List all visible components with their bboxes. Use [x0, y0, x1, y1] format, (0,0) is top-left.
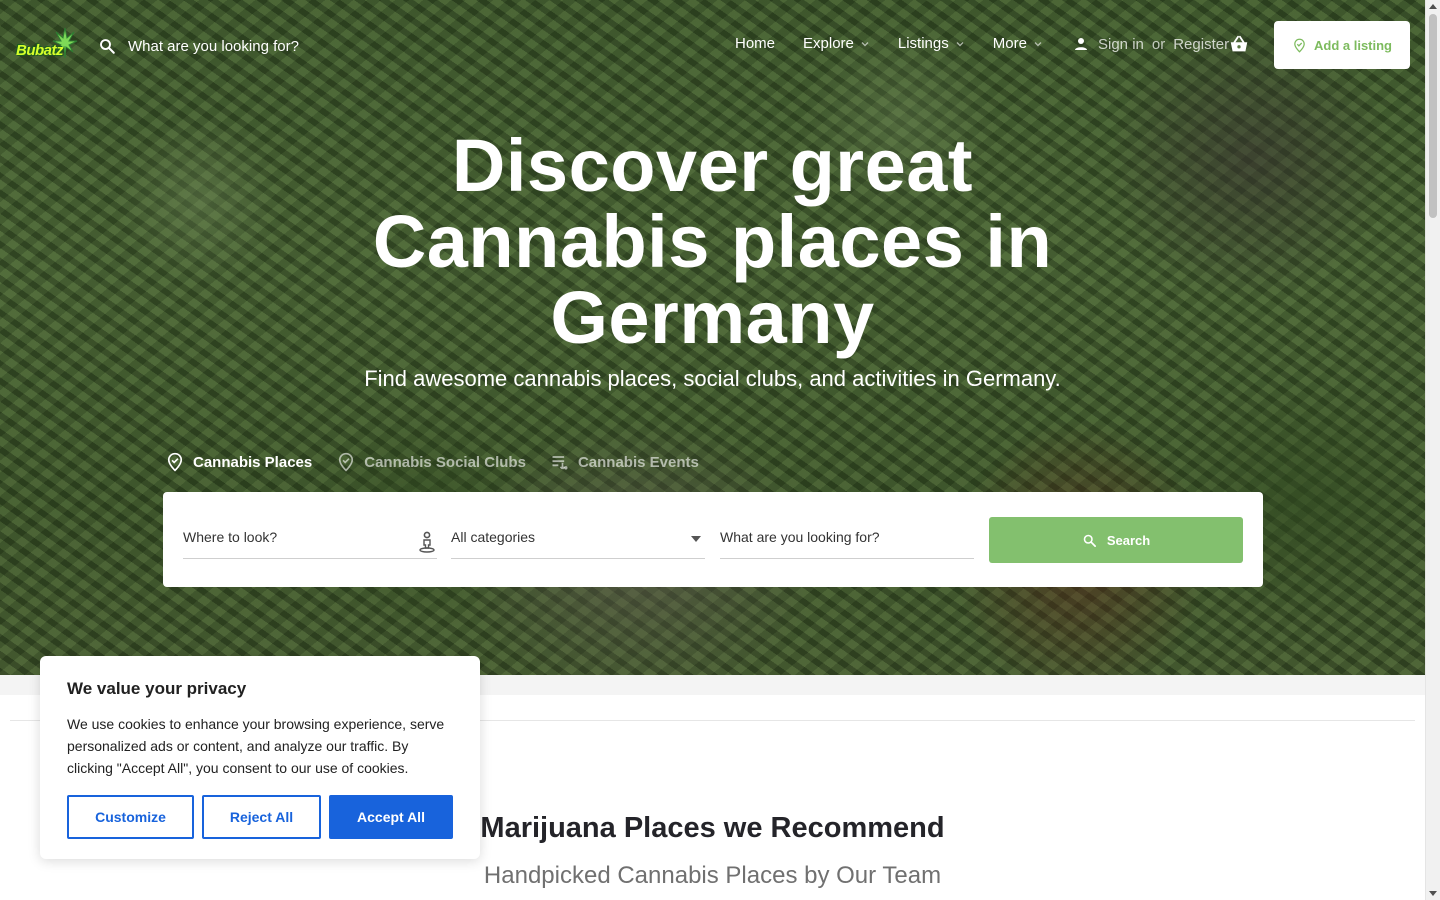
what-placeholder: What are you looking for? — [720, 529, 880, 545]
hero-title: Discover great Cannabis places in German… — [0, 128, 1425, 356]
listing-search-form: Where to look? All categories What are y… — [163, 492, 1263, 587]
add-listing-button[interactable]: Add a listing — [1274, 21, 1410, 69]
chevron-down-icon — [861, 41, 869, 46]
dropdown-arrow-icon — [691, 536, 701, 542]
main-nav: Home Explore Listings More — [735, 35, 1071, 52]
event-list-icon — [552, 456, 568, 470]
tab-cannabis-social-clubs[interactable]: Cannabis Social Clubs — [336, 452, 526, 472]
logo-text: Bubatz — [16, 42, 64, 59]
register-link[interactable]: Register — [1173, 36, 1229, 53]
search-button-label: Search — [1106, 532, 1151, 548]
hero-title-line: Cannabis places in — [372, 200, 1053, 283]
search-icon — [1083, 534, 1096, 547]
map-pin-check-icon — [1294, 38, 1305, 53]
hero-title-line: Germany — [550, 276, 875, 359]
tab-cannabis-places[interactable]: Cannabis Places — [165, 452, 312, 472]
add-listing-label: Add a listing — [1314, 37, 1392, 53]
scrollbar-thumb[interactable] — [1429, 14, 1437, 218]
nav-item-home[interactable]: Home — [735, 35, 775, 52]
hero-title-line: Discover great — [451, 124, 974, 207]
header-search[interactable]: What are you looking for? — [98, 34, 358, 58]
search-icon — [100, 39, 115, 54]
listing-type-tabs: Cannabis Places Cannabis Social Clubs Ca… — [165, 452, 723, 472]
chevron-down-icon — [1034, 41, 1042, 46]
scroll-down-arrow-icon[interactable] — [1429, 891, 1437, 896]
where-placeholder: Where to look? — [183, 529, 278, 545]
search-button[interactable]: Search — [989, 517, 1243, 563]
recommended-section-subtitle: Handpicked Cannabis Places by Our Team — [483, 862, 942, 889]
what-looking-for-field[interactable]: What are you looking for? — [720, 514, 974, 559]
nav-item-listings[interactable]: Listings — [898, 35, 965, 52]
cookie-text: We use cookies to enhance your browsing … — [67, 716, 445, 776]
sign-in-link[interactable]: Sign in — [1098, 36, 1144, 53]
category-value: All categories — [451, 529, 536, 545]
nav-item-label: Listings — [897, 35, 949, 52]
page-scrollbar[interactable] — [1425, 0, 1440, 900]
tab-cannabis-events[interactable]: Cannabis Events — [550, 452, 699, 472]
tab-label: Cannabis Places — [193, 453, 313, 471]
account-links: Sign in or Register — [1072, 35, 1229, 53]
site-logo[interactable]: Bubatz — [14, 26, 78, 66]
nav-item-label: Explore — [803, 35, 854, 52]
tab-label: Cannabis Events — [577, 453, 699, 471]
hero-subtitle: Find awesome cannabis places, social clu… — [364, 366, 1061, 391]
header-search-placeholder: What are you looking for? — [128, 37, 299, 55]
chevron-down-icon — [956, 41, 964, 46]
location-person-icon[interactable] — [417, 531, 437, 553]
cookie-title: We value your privacy — [67, 679, 247, 698]
where-to-look-field[interactable]: Where to look? — [183, 514, 437, 559]
nav-item-more[interactable]: More — [993, 35, 1043, 52]
reject-all-button[interactable]: Reject All — [202, 795, 321, 839]
cookie-consent-banner: We value your privacy We use cookies to … — [40, 656, 480, 859]
site-header: Bubatz What are you looking for? Home Ex… — [0, 0, 1425, 90]
map-pin-check-icon — [167, 452, 183, 472]
category-select[interactable]: All categories — [451, 514, 705, 559]
scroll-up-arrow-icon[interactable] — [1429, 4, 1437, 9]
tab-label: Cannabis Social Clubs — [364, 453, 526, 471]
or-separator: or — [1151, 35, 1166, 53]
nav-item-explore[interactable]: Explore — [803, 35, 870, 52]
customize-button[interactable]: Customize — [67, 795, 194, 839]
nav-item-label: Home — [735, 35, 776, 52]
nav-item-label: More — [992, 35, 1027, 52]
accept-all-button[interactable]: Accept All — [329, 795, 453, 839]
map-pin-check-icon — [339, 452, 354, 472]
cart-basket-icon[interactable] — [1228, 34, 1250, 56]
user-icon — [1075, 38, 1087, 50]
